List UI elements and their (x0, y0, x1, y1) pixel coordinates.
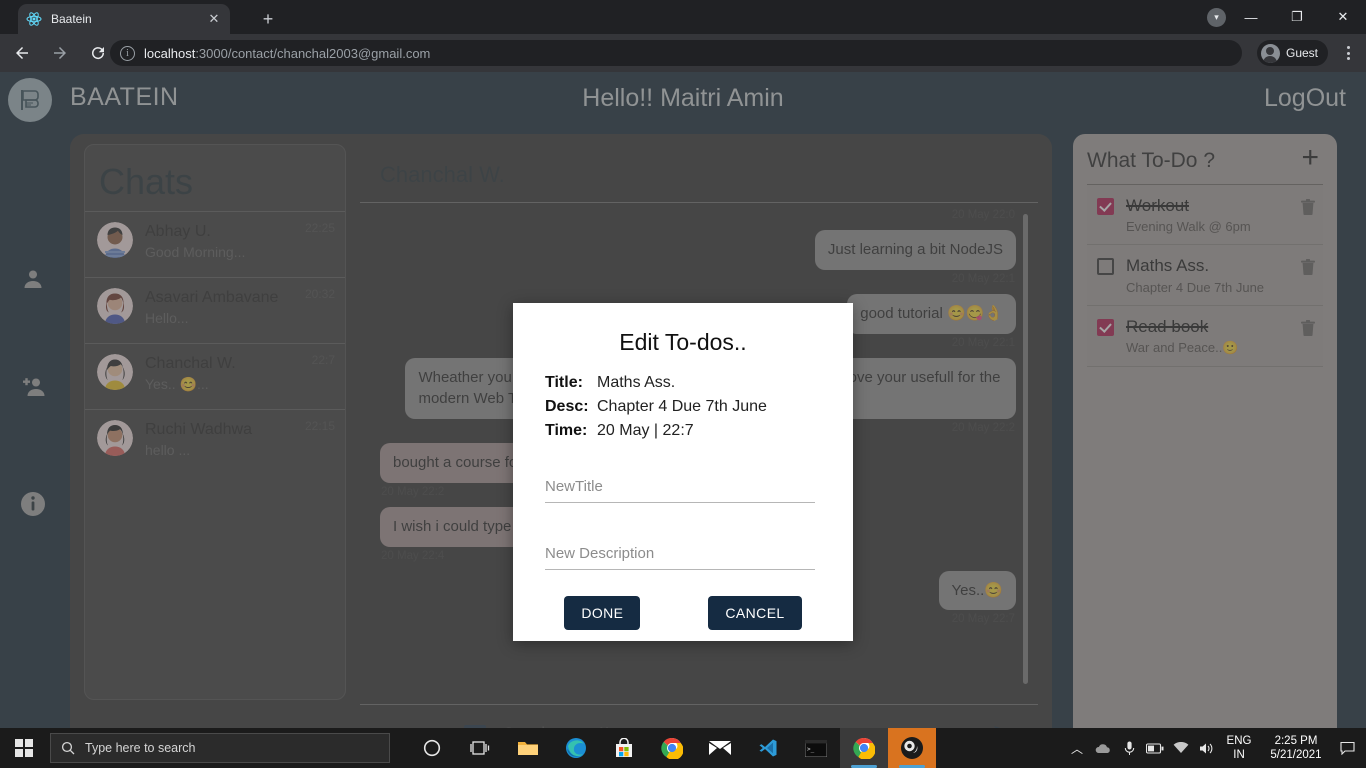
modal-desc-row: Desc: Chapter 4 Due 7th June (513, 398, 853, 416)
search-icon (61, 741, 75, 755)
obs-icon[interactable] (888, 728, 936, 768)
edit-todo-modal: Edit To-dos.. Title: Maths Ass. Desc: Ch… (513, 303, 853, 641)
task-view-icon[interactable] (456, 728, 504, 768)
store-icon[interactable] (600, 728, 648, 768)
clock[interactable]: 2:25 PM 5/21/2021 (1258, 734, 1334, 762)
microphone-icon[interactable] (1116, 728, 1142, 768)
modal-time-value: 20 May | 22:7 (597, 422, 694, 440)
window-controls: — ❐ ✕ (1228, 0, 1366, 34)
react-favicon-icon (26, 11, 42, 27)
url-path: :3000/contact/chanchal2003@gmail.com (195, 46, 430, 61)
maximize-button[interactable]: ❐ (1274, 0, 1320, 34)
url-host: localhost (144, 46, 195, 61)
onedrive-icon[interactable] (1090, 728, 1116, 768)
mail-icon[interactable] (696, 728, 744, 768)
volume-icon[interactable] (1194, 728, 1220, 768)
new-tab-button[interactable]: + (256, 9, 280, 33)
vscode-icon[interactable] (744, 728, 792, 768)
done-button[interactable]: DONE (564, 596, 640, 630)
clock-time: 2:25 PM (1258, 734, 1334, 748)
browser-tab[interactable]: Baatein ✕ (18, 4, 230, 34)
modal-title-value: Maths Ass. (597, 374, 675, 392)
cortana-icon[interactable] (408, 728, 456, 768)
minimize-button[interactable]: — (1228, 0, 1274, 34)
avatar (1261, 44, 1280, 63)
region-code: IN (1220, 748, 1258, 762)
modal-title-key: Title: (545, 374, 597, 392)
chrome-menu-icon[interactable] (1338, 43, 1358, 63)
tab-title: Baatein (51, 12, 206, 26)
new-description-input[interactable] (545, 539, 815, 570)
chrome-window-icon[interactable] (840, 728, 888, 768)
back-icon[interactable] (6, 37, 38, 69)
cancel-button[interactable]: CANCEL (708, 596, 801, 630)
modal-desc-value: Chapter 4 Due 7th June (597, 398, 767, 416)
taskbar-search-placeholder: Type here to search (85, 741, 195, 755)
forward-icon[interactable] (44, 37, 76, 69)
profile-label: Guest (1286, 46, 1318, 60)
svg-text:>_: >_ (807, 746, 815, 753)
profile-button[interactable]: Guest (1257, 40, 1328, 66)
windows-taskbar: Type here to search >_ (0, 728, 1366, 768)
terminal-icon[interactable]: >_ (792, 728, 840, 768)
browser-toolbar: i localhost:3000/contact/chanchal2003@gm… (0, 34, 1366, 72)
modal-title-row: Title: Maths Ass. (513, 374, 853, 392)
modal-actions: DONE CANCEL (513, 596, 853, 630)
url-text: localhost:3000/contact/chanchal2003@gmai… (144, 46, 430, 61)
notifications-icon[interactable] (1334, 728, 1360, 768)
page-viewport: BAATEIN Hello!! Maitri Amin LogOut Chats (0, 72, 1366, 728)
file-explorer-icon[interactable] (504, 728, 552, 768)
chrome-icon[interactable] (648, 728, 696, 768)
system-tray: ︿ ENG IN 2:25 PM 5/21/2021 (1064, 728, 1366, 768)
language-code: ENG (1220, 734, 1258, 748)
downloads-icon[interactable]: ▾ (1207, 8, 1226, 27)
screen: Baatein ✕ + ▾ — ❐ ✕ i localhost:3000/con… (0, 0, 1366, 768)
wifi-icon[interactable] (1168, 728, 1194, 768)
address-bar[interactable]: i localhost:3000/contact/chanchal2003@gm… (110, 40, 1242, 66)
clock-date: 5/21/2021 (1258, 748, 1334, 762)
language-indicator[interactable]: ENG IN (1220, 734, 1258, 762)
edge-icon[interactable] (552, 728, 600, 768)
close-window-button[interactable]: ✕ (1320, 0, 1366, 34)
start-button-icon[interactable] (0, 728, 48, 768)
modal-title: Edit To-dos.. (513, 303, 853, 374)
site-info-icon[interactable]: i (120, 46, 135, 61)
taskbar-search[interactable]: Type here to search (50, 733, 390, 763)
tray-expand-icon[interactable]: ︿ (1064, 728, 1090, 768)
modal-desc-key: Desc: (545, 398, 597, 416)
modal-time-key: Time: (545, 422, 597, 440)
tab-close-icon[interactable]: ✕ (206, 11, 222, 27)
new-title-input[interactable] (545, 472, 815, 503)
browser-tabstrip: Baatein ✕ + ▾ — ❐ ✕ (0, 0, 1366, 34)
modal-time-row: Time: 20 May | 22:7 (513, 422, 853, 440)
battery-icon[interactable] (1142, 728, 1168, 768)
